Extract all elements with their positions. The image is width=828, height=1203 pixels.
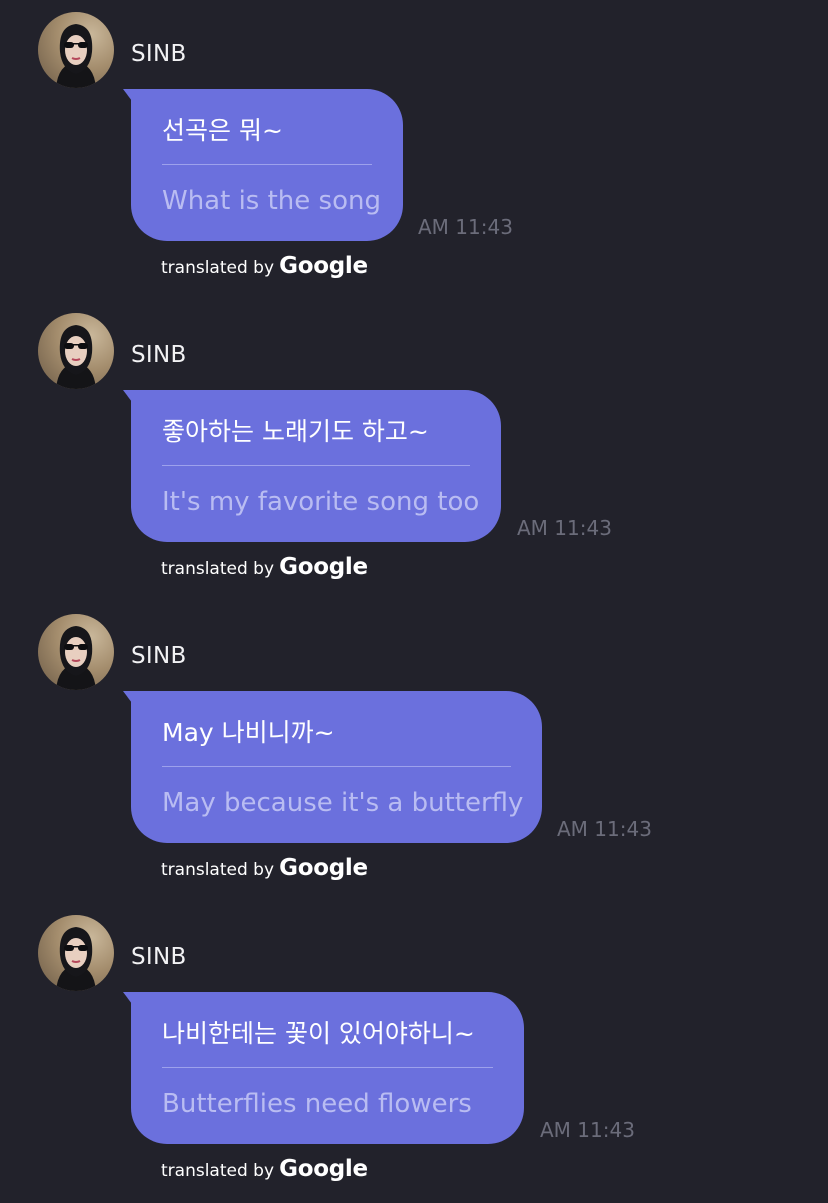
bubble-tail: [123, 390, 132, 402]
translated-message-text: What is the song: [162, 186, 381, 216]
avatar[interactable]: [38, 12, 114, 88]
translated-message-text: It's my favorite song too: [162, 487, 480, 517]
sender-name: SINB: [131, 342, 187, 368]
sender-name: SINB: [131, 41, 187, 67]
original-message-text: 좋아하는 노래기도 하고~: [162, 417, 429, 446]
bubble-tail: [123, 992, 132, 1004]
chat-message: SINB 좋아하는 노래기도 하고~ It's my favorite song…: [0, 301, 828, 601]
google-logo-text: Google: [279, 1156, 368, 1182]
sender-name: SINB: [131, 643, 187, 669]
translated-message-text: Butterflies need flowers: [162, 1089, 472, 1119]
translation-divider: [162, 1067, 493, 1068]
avatar[interactable]: [38, 614, 114, 690]
google-logo-text: Google: [279, 253, 368, 279]
translation-credit-label: translated by: [161, 258, 275, 278]
avatar[interactable]: [38, 313, 114, 389]
message-bubble[interactable]: 좋아하는 노래기도 하고~ It's my favorite song too: [123, 390, 501, 542]
avatar[interactable]: [38, 915, 114, 991]
translation-credit-label: translated by: [161, 559, 275, 579]
chat-message: SINB 선곡은 뭐~ What is the song AM 11:43 tr…: [0, 0, 828, 300]
translation-credit: translated by Google: [161, 554, 368, 580]
message-timestamp: AM 11:43: [540, 1118, 635, 1142]
original-message-text: 나비한테는 꽃이 있어야하니~: [162, 1019, 475, 1048]
google-logo-text: Google: [279, 855, 368, 881]
original-message-text: 선곡은 뭐~: [162, 116, 283, 145]
translation-credit: translated by Google: [161, 1156, 368, 1182]
translation-credit: translated by Google: [161, 855, 368, 881]
google-logo-text: Google: [279, 554, 368, 580]
bubble-tail: [123, 691, 132, 703]
translation-divider: [162, 766, 511, 767]
translation-credit-label: translated by: [161, 860, 275, 880]
chat-message: SINB 나비한테는 꽃이 있어야하니~ Butterflies need fl…: [0, 903, 828, 1203]
message-timestamp: AM 11:43: [517, 516, 612, 540]
message-timestamp: AM 11:43: [418, 215, 513, 239]
message-timestamp: AM 11:43: [557, 817, 652, 841]
original-message-text: May 나비니까~: [162, 718, 335, 747]
translation-credit: translated by Google: [161, 253, 368, 279]
message-bubble[interactable]: 나비한테는 꽃이 있어야하니~ Butterflies need flowers: [123, 992, 524, 1144]
translation-divider: [162, 465, 470, 466]
translation-credit-label: translated by: [161, 1161, 275, 1181]
chat-message: SINB May 나비니까~ May because it's a butter…: [0, 602, 828, 902]
message-bubble[interactable]: 선곡은 뭐~ What is the song: [123, 89, 403, 241]
bubble-tail: [123, 89, 132, 101]
translated-message-text: May because it's a butterfly: [162, 788, 524, 818]
message-bubble[interactable]: May 나비니까~ May because it's a butterfly: [123, 691, 542, 843]
sender-name: SINB: [131, 944, 187, 970]
translation-divider: [162, 164, 372, 165]
